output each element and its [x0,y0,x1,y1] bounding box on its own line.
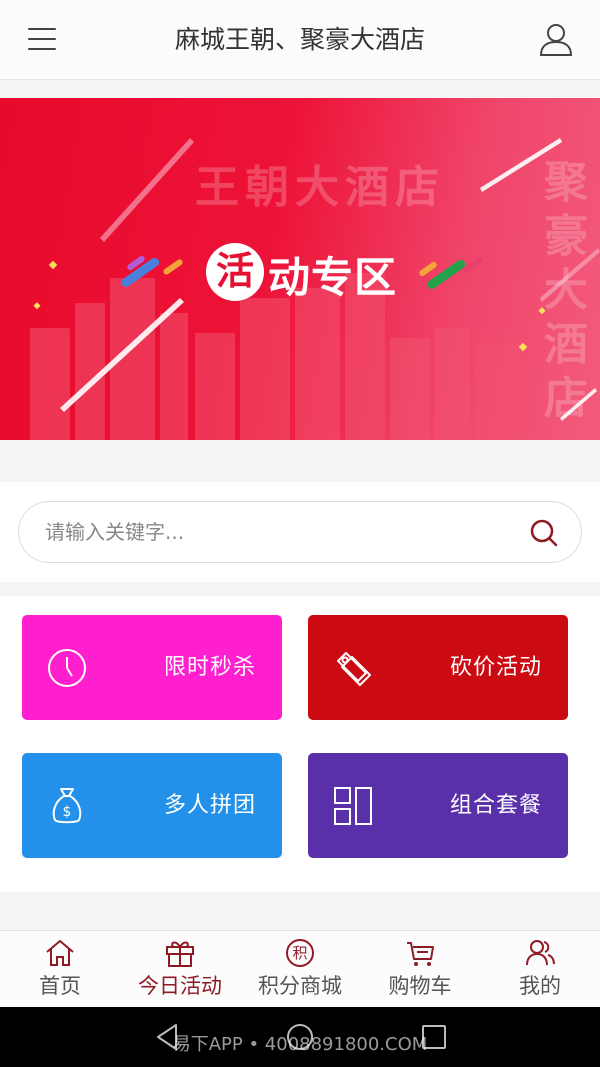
search-section [0,482,600,582]
price-tag-icon [332,647,374,689]
tab-home[interactable]: 首页 [0,931,120,1008]
tab-points-mall[interactable]: 积 积分商城 [240,931,360,1008]
tab-shopping-cart[interactable]: 购物车 [360,931,480,1008]
bottom-tab-bar: 首页 今日活动 积 积分商城 购物车 我的 [0,930,600,1007]
banner-circle-char: 活 [206,243,264,301]
tab-label: 积分商城 [258,974,342,998]
gift-icon [164,937,196,969]
tab-label: 我的 [519,974,561,998]
combo-package-button[interactable]: 组合套餐 [308,753,568,858]
banner-watermark-text: 王朝大酒店 [195,162,445,213]
flash-sale-button[interactable]: 限时秒杀 [22,615,282,720]
group-buy-button[interactable]: $ 多人拼团 [22,753,282,858]
home-icon [44,937,76,969]
page-title: 麻城王朝、聚豪大酒店 [174,25,425,54]
promotion-grid: 限时秒杀 砍价活动 $ 多人拼团 组合套餐 [0,596,600,892]
promotion-label: 组合套餐 [449,793,542,818]
clock-icon [46,647,88,689]
promotion-label: 砍价活动 [449,655,542,680]
banner-title: 动专区 [268,253,398,302]
tab-label: 购物车 [388,974,452,998]
banner-vertical-watermark: 聚豪大酒店 [544,157,588,424]
profile-icon [524,937,556,969]
tab-today-activities[interactable]: 今日活动 [120,931,240,1008]
search-icon[interactable] [529,518,559,548]
points-icon: 积 [284,937,316,969]
user-icon[interactable] [536,20,576,60]
search-box [18,501,582,563]
svg-text:$: $ [63,804,72,820]
tab-label: 首页 [39,974,81,998]
app-watermark: 易下APP • 4008891800.COM [172,1034,428,1055]
promo-banner[interactable]: 王朝大酒店 聚豪大酒店 活 动专区 [0,98,600,440]
grid-icon [332,785,374,827]
menu-icon[interactable] [24,24,60,56]
promotion-label: 多人拼团 [163,793,256,818]
tab-label: 今日活动 [138,974,222,998]
app-header: 麻城王朝、聚豪大酒店 [0,0,600,80]
points-icon-char: 积 [292,944,308,962]
search-input[interactable] [45,502,515,562]
cart-icon [404,937,436,969]
bargain-button[interactable]: 砍价活动 [308,615,568,720]
promotion-label: 限时秒杀 [163,655,256,680]
money-bag-icon: $ [46,785,88,827]
tab-profile[interactable]: 我的 [480,931,600,1008]
